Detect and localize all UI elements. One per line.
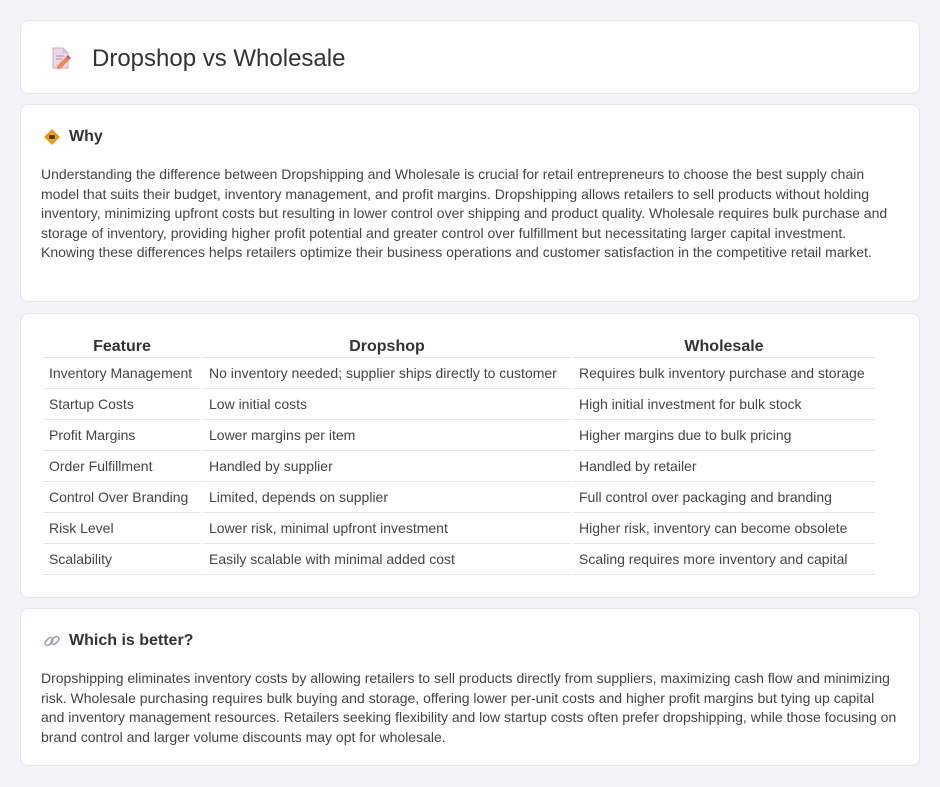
warning-sign-icon — [44, 129, 60, 145]
page-title: Dropshop vs Wholesale — [92, 45, 346, 72]
which-is-better-section: Which is better? Dropshipping eliminates… — [20, 608, 920, 766]
wholesale-cell: Higher margins due to bulk pricing — [573, 420, 875, 451]
feature-cell: Order Fulfillment — [43, 451, 201, 482]
dropshop-cell: Lower risk, minimal upfront investment — [203, 513, 571, 544]
header-feature: Feature — [43, 336, 201, 358]
feature-cell: Inventory Management — [43, 358, 201, 389]
wholesale-cell: Higher risk, inventory can become obsole… — [573, 513, 875, 544]
header-dropshop: Dropshop — [203, 336, 571, 358]
header-wholesale: Wholesale — [573, 336, 875, 358]
table-row: Order Fulfillment Handled by supplier Ha… — [43, 451, 875, 482]
dropshop-cell: Limited, depends on supplier — [203, 482, 571, 513]
feature-cell: Startup Costs — [43, 389, 201, 420]
wholesale-cell: Full control over packaging and branding — [573, 482, 875, 513]
why-heading: Why — [43, 127, 103, 147]
table-row: Scalability Easily scalable with minimal… — [43, 544, 875, 575]
dropshop-cell: Low initial costs — [203, 389, 571, 420]
dropshop-cell: No inventory needed; supplier ships dire… — [203, 358, 571, 389]
why-title: Why — [69, 128, 103, 145]
why-text: Understanding the difference between Dro… — [41, 166, 888, 260]
feature-cell: Control Over Branding — [43, 482, 201, 513]
table-row: Profit Margins Lower margins per item Hi… — [43, 420, 875, 451]
dropshop-cell: Easily scalable with minimal added cost — [203, 544, 571, 575]
table-row: Inventory Management No inventory needed… — [43, 358, 875, 389]
feature-cell: Risk Level — [43, 513, 201, 544]
wholesale-cell: Scaling requires more inventory and capi… — [573, 544, 875, 575]
table-row: Risk Level Lower risk, minimal upfront i… — [43, 513, 875, 544]
header-card: Dropshop vs Wholesale — [20, 20, 920, 94]
better-title: Which is better? — [69, 632, 194, 649]
better-text: Dropshipping eliminates inventory costs … — [41, 670, 897, 745]
comparison-table: Feature Dropshop Wholesale Inventory Man… — [41, 336, 877, 575]
wholesale-cell: Handled by retailer — [573, 451, 875, 482]
dropshop-cell: Handled by supplier — [203, 451, 571, 482]
feature-cell: Scalability — [43, 544, 201, 575]
table-row: Control Over Branding Limited, depends o… — [43, 482, 875, 513]
better-heading: Which is better? — [43, 631, 193, 651]
feature-cell: Profit Margins — [43, 420, 201, 451]
comparison-section: Feature Dropshop Wholesale Inventory Man… — [20, 313, 920, 598]
table-header-row: Feature Dropshop Wholesale — [43, 336, 875, 358]
document-pencil-icon — [52, 47, 71, 69]
link-icon — [44, 635, 60, 647]
table-row: Startup Costs Low initial costs High ini… — [43, 389, 875, 420]
why-section: Why Understanding the difference between… — [20, 104, 920, 302]
wholesale-cell: Requires bulk inventory purchase and sto… — [573, 358, 875, 389]
wholesale-cell: High initial investment for bulk stock — [573, 389, 875, 420]
dropshop-cell: Lower margins per item — [203, 420, 571, 451]
